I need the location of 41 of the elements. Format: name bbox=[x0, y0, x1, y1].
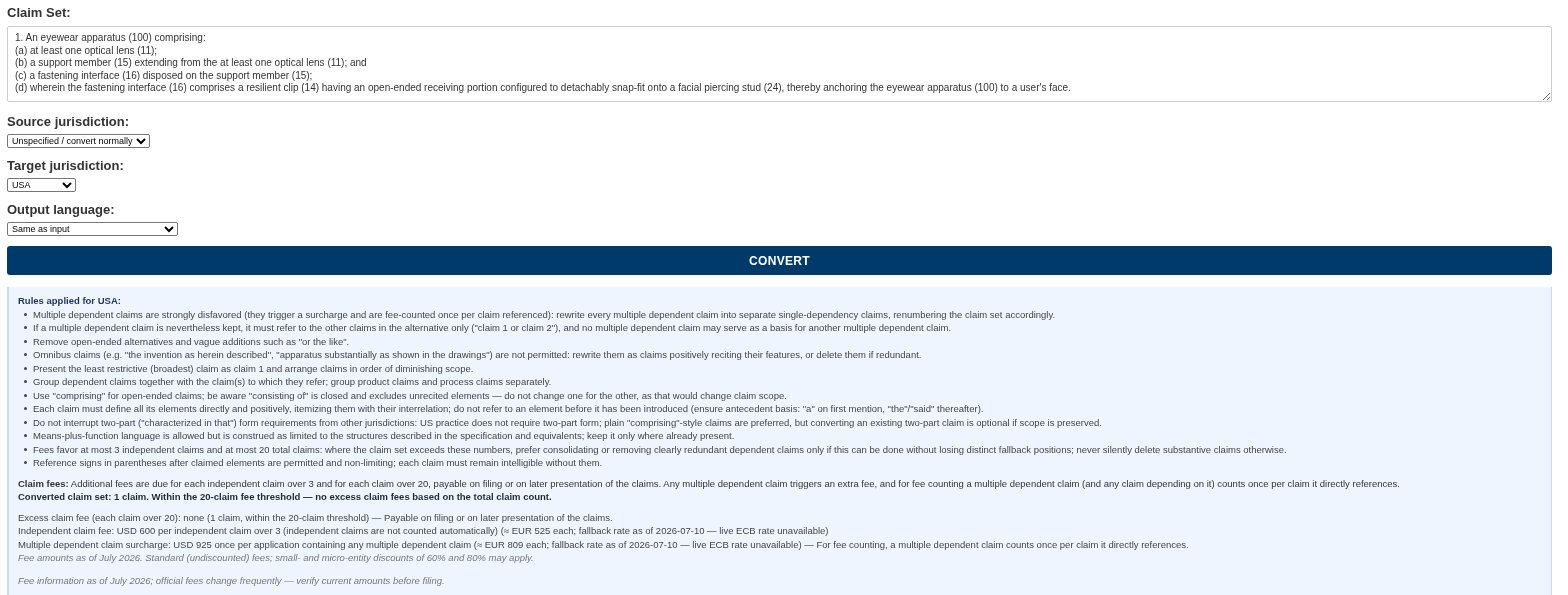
rule-text: Reference signs in parentheses after claimed elements are permitted and non-limiting; each claim must remain intelligible without them. bbox=[33, 456, 603, 470]
rule-text: Do not interrupt two-part ("characterized in that") form requirements from other jurisdictions: US practice does not require two-part form; plain "comprising"-style claims are preferred, but converting an existing two-part claim is optional if scope is preserved. bbox=[33, 415, 1102, 429]
rule-text: Omnibus claims (e.g. "the invention as herein described", "apparatus substantially as shown in the drawings") are not permitted: rewrite them as claims positively reciting their features, or delete them if redundant. bbox=[33, 348, 922, 362]
rules-title: Rules applied for USA: bbox=[18, 294, 122, 308]
dropdown[interactable]: USA bbox=[7, 178, 76, 192]
fee-line: Independent claim fee: USD 600 per independent claim over 3 (independent claims are not counted automatically) (≈ EUR 525 each; fallback rate as of 2026-07-10 — live ECB rate unavailable) bbox=[18, 524, 830, 538]
field-label: Claim Set: bbox=[7, 5, 72, 21]
bullet-icon bbox=[24, 461, 27, 464]
rule-text: Use "comprising" for open-ended claims; be aware "consisting of" is closed and excludes unrecited elements — do not change one for the other, as that would change claim scope. bbox=[33, 388, 787, 402]
fee-line: Excess claim fee (each claim over 20): none (1 claim, within the 20-claim threshold) — Payable on filing or on later presentation of the claims. bbox=[18, 510, 614, 524]
fee-disclaimer: Fee information as of July 2026; official fees change frequently — verify current amounts before filing. bbox=[18, 573, 446, 587]
dropdown[interactable]: Same as input bbox=[7, 222, 178, 236]
field-label: Output language: bbox=[7, 202, 116, 218]
rule-text: Remove open-ended alternatives and vague additions such as "or the like". bbox=[33, 334, 350, 348]
dropdown[interactable]: Unspecified / convert normally bbox=[7, 134, 150, 148]
rule-text: Present the least restrictive (broadest) claim as claim 1 and arrange claims in order of diminishing scope. bbox=[33, 361, 474, 375]
bullet-icon bbox=[24, 339, 27, 343]
bullet-icon bbox=[24, 380, 27, 383]
claim-count-summary: Converted claim set: 1 claim. Within the 20-claim fee threshold — no excess claim fees based on the total claim count. bbox=[18, 490, 553, 504]
bullet-icon bbox=[24, 326, 27, 329]
bullet-icon bbox=[24, 447, 27, 451]
claim-fees-text: Claim fees: Additional fees are due for each independent claim over 3 and for each claim over 20, payable on filing or on later presentation of the claims. Any multiple dependent claim triggers an extra fee, and for fee counting a multiple dependent claim (and any claim depending on it) counts once per claim it directly references. bbox=[18, 476, 1401, 490]
bullet-icon bbox=[24, 434, 27, 437]
claim-text-field[interactable]: 1. An eyewear apparatus (100) comprising: (a) at least one optical lens (11); (b) a support member (15) extending from the at least one optical lens (11); and (c) a fastening interface (16) disposed on the support member (15); (d) wherein the fastening interface (16) comprises a resilient clip (14) having an open-ended receiving portion configured to detachably snap-fit onto a facial piercing stud (24), thereby anchoring the eyewear apparatus (100) to a user's face. bbox=[7, 26, 1552, 102]
bullet-icon bbox=[24, 393, 27, 397]
rule-text: Each claim must define all its elements directly and positively, itemizing them with their interrelation; do not refer to an element before it has been introduced (ensure antecedent basis: "a" on first mention, "the"/"said" thereafter). bbox=[33, 402, 984, 416]
field-label: Source jurisdiction: bbox=[7, 114, 131, 130]
convert-button[interactable]: CONVERT bbox=[7, 246, 1552, 275]
rule-text: Fees favor at most 3 independent claims and at most 20 total claims: where the claim set exceeds these numbers, prefer consolidating or removing clearly redundant dependent claims only if this can be done without losing distinct fallback positions; never silently delete substantive claims otherwise. bbox=[33, 442, 1287, 456]
bullet-icon bbox=[24, 353, 27, 356]
rule-text: If a multiple dependent claim is nevertheless kept, it must refer to the other claims in the alternative only ("claim 1 or claim 2"), and no multiple dependent claim may serve as a basis for another multiple dependent claim. bbox=[33, 321, 952, 335]
fee-note: Fee amounts as of July 2026. Standard (undiscounted) fees; small- and micro-entity discounts of 60% and 80% may apply. bbox=[18, 551, 535, 565]
rule-text: Group dependent claims together with the claim(s) to which they refer; group product claims and process claims separately. bbox=[33, 375, 552, 389]
bullet-icon bbox=[24, 407, 27, 410]
fee-line: Multiple dependent claim surcharge: USD 925 once per application containing any multiple dependent claim (≈ EUR 809 each; fallback rate as of 2026-07-10 — live ECB rate unavailable) — For fee counting, a multiple dependent claim counts once per claim it directly references. bbox=[18, 537, 1190, 551]
rule-text: Means-plus-function language is allowed but is construed as limited to the structures described in the specification and equivalents; keep it only where already present. bbox=[33, 429, 735, 443]
bullet-icon bbox=[24, 366, 27, 370]
bullet-icon bbox=[24, 312, 27, 316]
bullet-icon bbox=[24, 420, 27, 424]
rule-text: Multiple dependent claims are strongly disfavored (they trigger a surcharge and are fee-counted once per claim referenced): rewrite every multiple dependent claim into separate single-dependency claims, renumbering the claim set accordingly. bbox=[33, 307, 1056, 321]
field-label: Target jurisdiction: bbox=[7, 158, 125, 174]
